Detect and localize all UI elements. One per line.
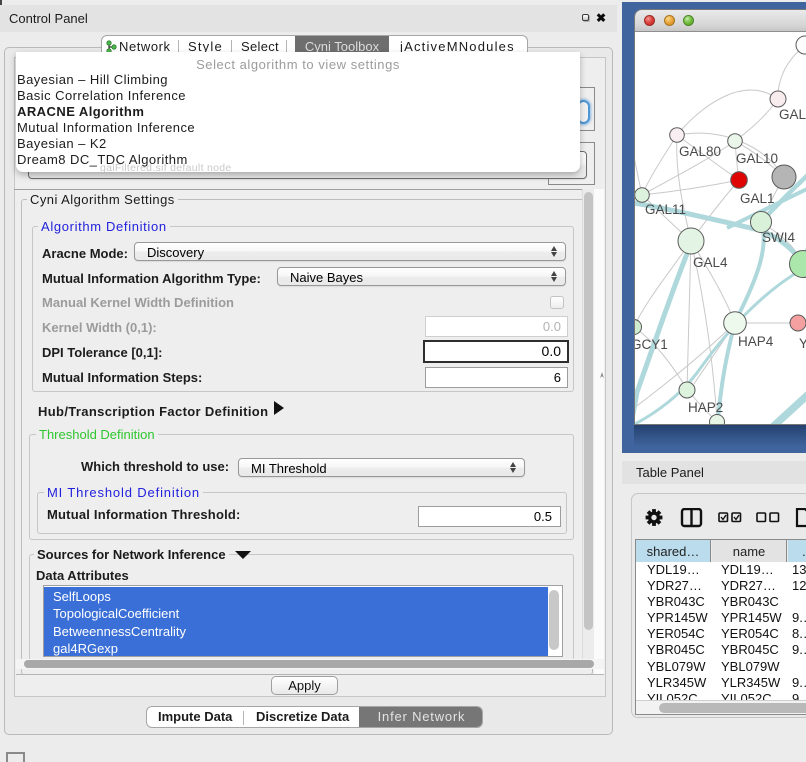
svg-text:GAL4: GAL4 <box>693 255 728 270</box>
svg-text:YJR048W: YJR048W <box>799 336 806 351</box>
svg-text:HAP2: HAP2 <box>688 400 723 415</box>
svg-text:GAL7: GAL7 <box>779 107 806 122</box>
svg-text:GAL80: GAL80 <box>679 144 721 159</box>
svg-text:GCY1: GCY1 <box>635 337 668 352</box>
svg-text:SWI4: SWI4 <box>762 230 795 245</box>
svg-text:GAL1: GAL1 <box>740 191 775 206</box>
svg-text:HAP4: HAP4 <box>738 334 774 349</box>
svg-text:GAL11: GAL11 <box>645 202 686 217</box>
svg-text:GAL10: GAL10 <box>736 151 778 166</box>
